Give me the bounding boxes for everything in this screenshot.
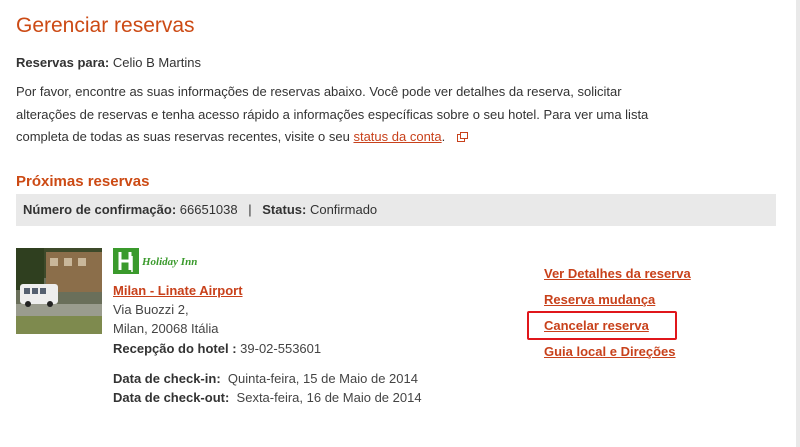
hotel-photo: [16, 248, 102, 334]
checkout-value: Sexta-feira, 16 de Maio de 2014: [236, 390, 422, 405]
separator: |: [248, 202, 252, 217]
page-title: Gerenciar reservas: [16, 14, 195, 37]
checkin-date: Data de check-in: Quinta-feira, 15 de Ma…: [113, 371, 418, 386]
brand-text: Holiday Inn: [141, 256, 197, 268]
external-window-icon[interactable]: [456, 127, 468, 150]
confirmation-number: 66651038: [179, 202, 238, 217]
view-details-link[interactable]: Ver Detalhes da reserva: [544, 266, 691, 281]
owner-label: Reservas para:: [16, 55, 110, 70]
confirmation-label: Número de confirmação:: [23, 202, 177, 217]
intro-text: Por favor, encontre as suas informações …: [16, 84, 649, 144]
phone-label: Recepção do hotel :: [113, 341, 237, 356]
page-right-edge: [796, 0, 800, 447]
account-status-link[interactable]: status da conta: [353, 129, 441, 144]
intro-paragraph: Por favor, encontre as suas informações …: [16, 81, 676, 150]
hotel-phone: Recepção do hotel : 39-02-553601: [113, 341, 321, 356]
upcoming-reservations-title: Próximas reservas: [16, 173, 150, 190]
reservation-owner: Reservas para: Celio B Martins: [16, 55, 201, 70]
status-value: Confirmado: [309, 202, 378, 217]
phone-number: 39-02-553601: [240, 341, 322, 356]
checkout-date: Data de check-out: Sexta-feira, 16 de Ma…: [113, 390, 422, 405]
local-guide-link[interactable]: Guia local e Direções: [544, 344, 676, 359]
holiday-inn-logo: Holiday Inn: [113, 248, 209, 279]
hotel-city: Milan, 20068 Itália: [113, 321, 219, 336]
checkout-label: Data de check-out:: [113, 390, 230, 405]
cancel-highlight-box: [527, 311, 677, 340]
checkin-label: Data de check-in:: [113, 371, 221, 386]
change-reservation-link[interactable]: Reserva mudança: [544, 292, 655, 307]
checkin-value: Quinta-feira, 15 de Maio de 2014: [227, 371, 418, 386]
owner-name: Celio B Martins: [112, 55, 201, 70]
hotel-street: Via Buozzi 2,: [113, 302, 189, 317]
hotel-name-link[interactable]: Milan - Linate Airport: [113, 283, 243, 298]
intro-end: .: [441, 129, 446, 144]
confirmation-bar: Número de confirmação: 66651038 | Status…: [16, 194, 776, 226]
status-label: Status:: [262, 202, 307, 217]
